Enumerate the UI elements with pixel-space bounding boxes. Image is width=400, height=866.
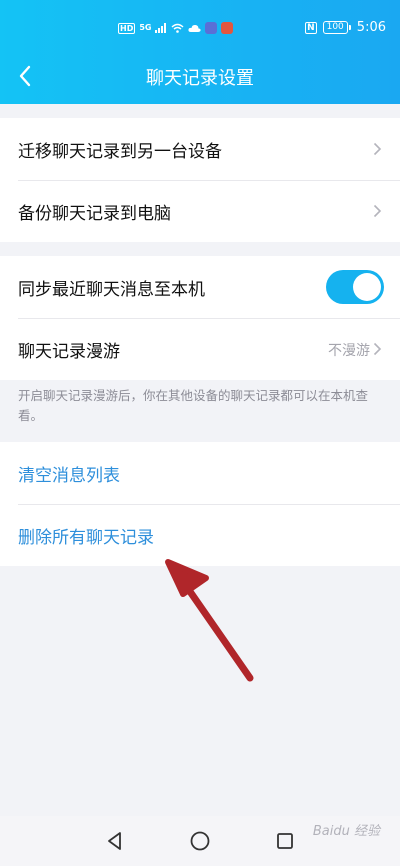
delete-all-records-item[interactable]: 删除所有聊天记录 (0, 504, 400, 566)
nav-home-icon[interactable] (187, 828, 213, 854)
page-title: 聊天记录设置 (146, 68, 254, 89)
battery-icon: 100 (322, 21, 351, 34)
status-right-icons: N 100 5:06 (305, 20, 386, 35)
sync-recent-label: 同步最近聊天消息至本机 (18, 279, 205, 300)
app-notification-icon (205, 22, 218, 34)
clear-message-list-label: 清空消息列表 (18, 465, 120, 486)
nav-back-icon[interactable] (102, 828, 128, 854)
chevron-right-icon (373, 342, 382, 356)
clock: 5:06 (356, 20, 386, 35)
chevron-right-icon (373, 142, 382, 156)
settings-group-sync: 同步最近聊天消息至本机 聊天记录漫游 不漫游 (0, 256, 400, 380)
sync-recent-item: 同步最近聊天消息至本机 (0, 256, 400, 318)
chevron-right-icon (373, 204, 382, 218)
delete-all-records-label: 删除所有聊天记录 (18, 527, 154, 548)
toggle-knob (353, 273, 381, 301)
battery-level: 100 (322, 21, 348, 34)
roaming-item[interactable]: 聊天记录漫游 不漫游 (0, 318, 400, 380)
migrate-records-label: 迁移聊天记录到另一台设备 (18, 141, 222, 162)
roaming-value: 不漫游 (328, 343, 370, 359)
status-bar: HD 5G N 100 5:06 (0, 0, 400, 50)
clear-message-list-item[interactable]: 清空消息列表 (0, 442, 400, 504)
settings-group-clear: 清空消息列表 删除所有聊天记录 (0, 442, 400, 566)
settings-group-transfer: 迁移聊天记录到另一台设备 备份聊天记录到电脑 (0, 118, 400, 242)
roaming-label: 聊天记录漫游 (18, 341, 120, 362)
backup-to-pc-label: 备份聊天记录到电脑 (18, 203, 171, 224)
nfc-icon: N (305, 21, 317, 34)
status-left-icons: HD 5G (118, 22, 234, 34)
app-header: HD 5G N 100 5:06 聊天记录设置 (0, 0, 400, 104)
backup-to-pc-item[interactable]: 备份聊天记录到电脑 (0, 180, 400, 242)
sync-recent-toggle[interactable] (326, 270, 384, 304)
wifi-icon (171, 23, 184, 33)
nav-recents-icon[interactable] (272, 828, 298, 854)
roaming-note: 开启聊天记录漫游后，你在其他设备的聊天记录都可以在本机查看。 (18, 388, 369, 423)
signal-icon (155, 23, 167, 33)
hd-badge: HD (118, 22, 136, 34)
migrate-records-item[interactable]: 迁移聊天记录到另一台设备 (0, 118, 400, 180)
app-notification-icon (221, 22, 234, 34)
network-type: 5G (139, 23, 152, 32)
watermark-logo: Baidu 经验 (312, 824, 380, 839)
cloud-icon (188, 24, 202, 32)
